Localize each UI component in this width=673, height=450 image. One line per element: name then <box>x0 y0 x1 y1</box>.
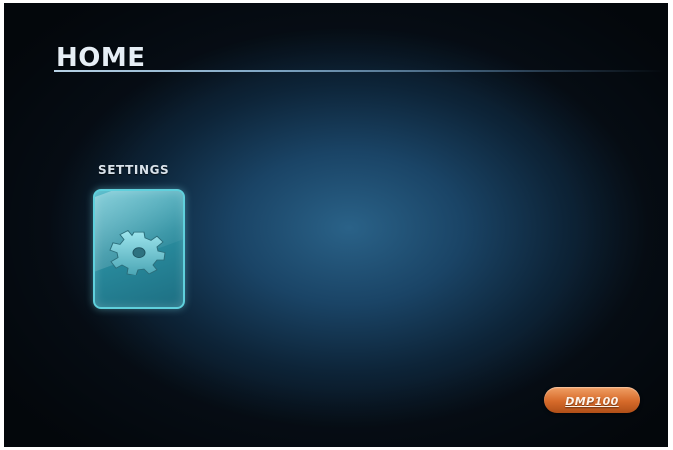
page-title: HOME <box>56 43 146 73</box>
brand-badge: DMP100 <box>544 387 640 413</box>
title-divider <box>54 70 664 72</box>
brand-badge-label: DMP100 <box>565 395 619 408</box>
gear-icon <box>109 229 166 275</box>
tv-screen: HOME SETTINGS DMP100 <box>4 3 668 447</box>
settings-tile[interactable] <box>93 189 185 309</box>
settings-label: SETTINGS <box>98 163 170 177</box>
